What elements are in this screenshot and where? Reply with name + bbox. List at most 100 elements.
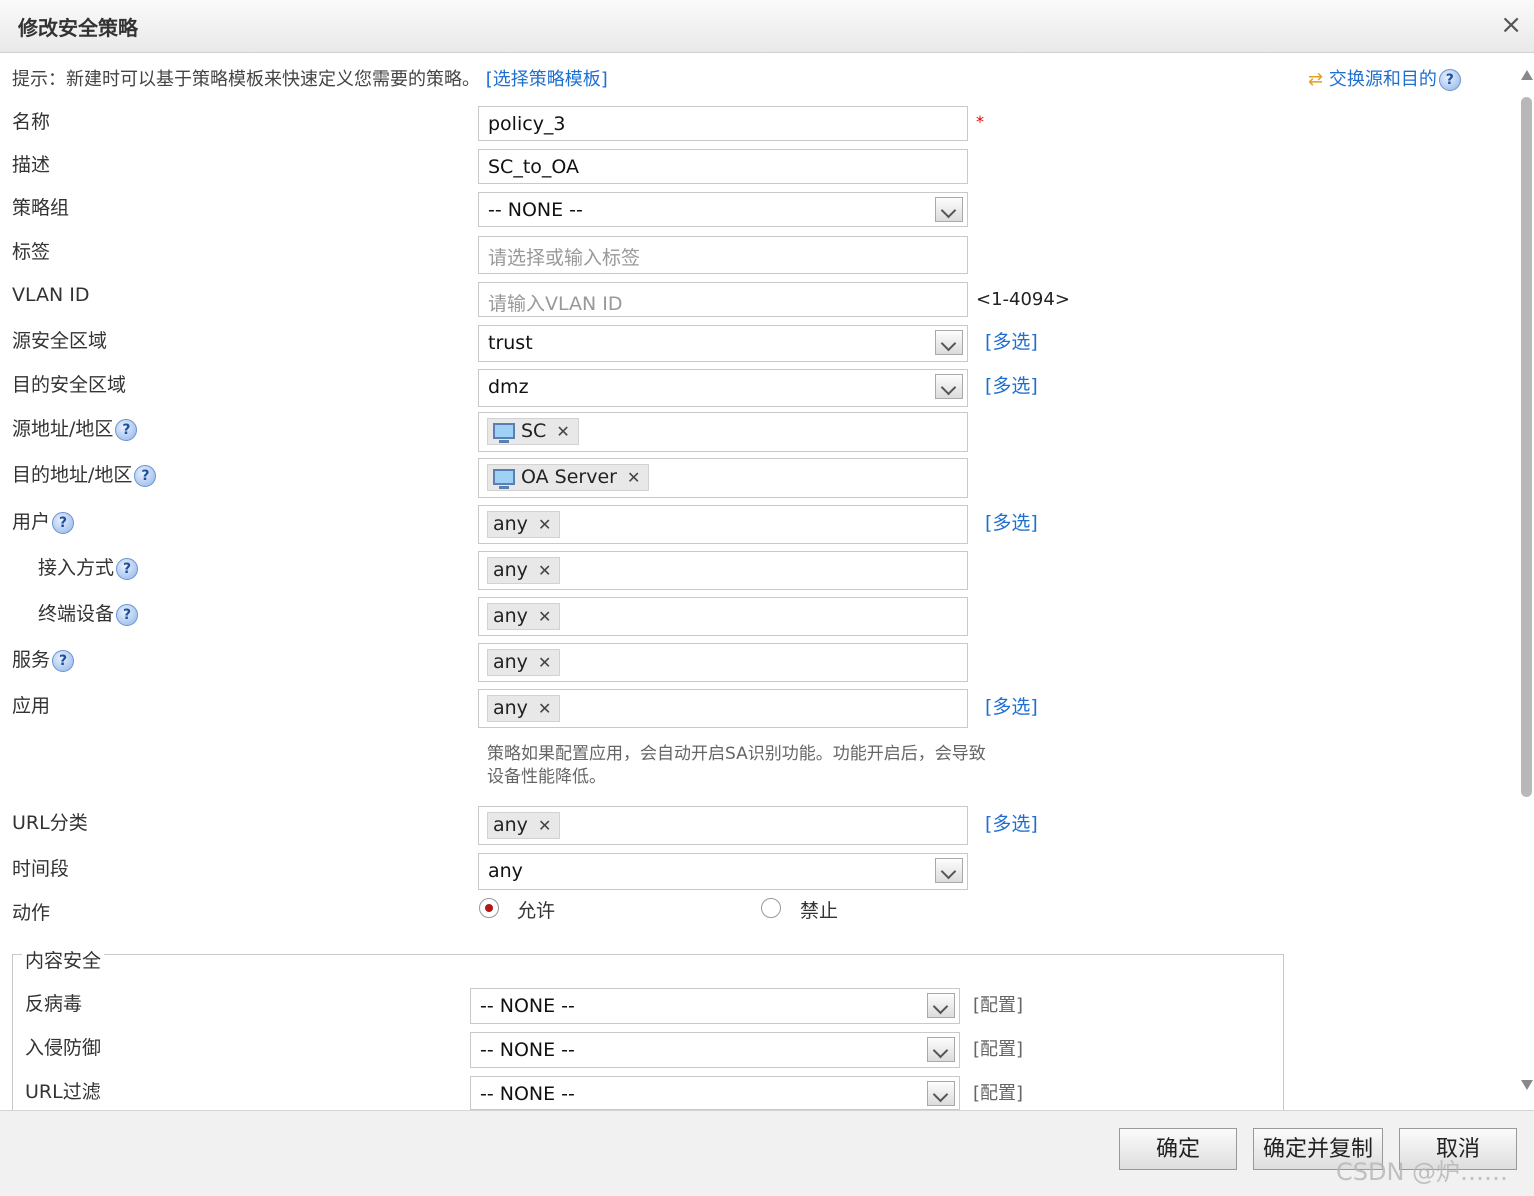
ok-button[interactable]: 确定 [1119, 1128, 1237, 1170]
remove-tag-icon[interactable]: ✕ [538, 653, 551, 672]
chevron-down-icon[interactable] [935, 330, 963, 355]
remove-tag-icon[interactable]: ✕ [538, 515, 551, 534]
name-value: policy_3 [488, 113, 566, 135]
url-cat-input[interactable]: any ✕ [478, 806, 968, 845]
desc-input[interactable]: SC_to_OA [478, 149, 968, 184]
antivirus-value: -- NONE -- [480, 995, 575, 1017]
user-tag: any ✕ [487, 511, 561, 538]
tags-label: 标签 [12, 241, 51, 263]
src-zone-multi-link[interactable]: [多选] [985, 327, 1038, 354]
service-tag-text: any [493, 651, 528, 673]
deny-label: 禁止 [800, 900, 839, 922]
computer-icon [493, 423, 515, 443]
src-addr-tag: SC ✕ [487, 418, 579, 445]
app-input[interactable]: any ✕ [478, 689, 968, 728]
help-icon[interactable]: ? [1438, 69, 1461, 91]
group-label: 策略组 [12, 197, 70, 219]
dst-zone-multi-link[interactable]: [多选] [985, 371, 1038, 398]
dialog-titlebar: 修改安全策略 × [0, 0, 1534, 53]
chevron-down-icon[interactable] [927, 1081, 955, 1106]
service-label: 服务? [12, 645, 75, 672]
remove-tag-icon[interactable]: ✕ [627, 468, 640, 487]
help-icon[interactable]: ? [115, 418, 138, 441]
remove-tag-icon[interactable]: ✕ [556, 422, 569, 441]
vlan-label: VLAN ID [12, 284, 90, 306]
url-cat-multi-link[interactable]: [多选] [985, 809, 1038, 836]
tags-input[interactable]: 请选择或输入标签 [478, 236, 968, 274]
time-select[interactable]: any [478, 853, 968, 890]
chevron-down-icon[interactable] [935, 197, 963, 222]
dialog-title: 修改安全策略 [18, 16, 138, 40]
ips-config-link[interactable]: [配置] [973, 1035, 1023, 1061]
name-label: 名称 [12, 111, 51, 133]
user-tag-text: any [493, 513, 528, 535]
swap-src-dst-link[interactable]: ⇄ 交换源和目的? [1308, 65, 1461, 91]
user-multi-link[interactable]: [多选] [985, 508, 1038, 535]
src-addr-label: 源地址/地区? [12, 414, 138, 441]
help-icon[interactable]: ? [52, 511, 75, 534]
vlan-input[interactable]: 请输入VLAN ID [478, 282, 968, 317]
service-tag: any ✕ [487, 649, 561, 676]
deny-radio[interactable] [761, 898, 781, 918]
src-addr-input[interactable]: SC ✕ [478, 412, 968, 452]
close-icon[interactable]: × [1500, 10, 1522, 40]
src-zone-value: trust [488, 332, 533, 354]
remove-tag-icon[interactable]: ✕ [538, 699, 551, 718]
help-icon[interactable]: ? [116, 603, 139, 626]
access-tag: any ✕ [487, 557, 561, 584]
group-select[interactable]: -- NONE -- [478, 192, 968, 227]
antivirus-config-link[interactable]: [配置] [973, 991, 1023, 1017]
chevron-down-icon[interactable] [935, 374, 963, 399]
device-tag-text: any [493, 605, 528, 627]
service-input[interactable]: any ✕ [478, 643, 968, 682]
device-label-text: 终端设备 [38, 603, 115, 625]
url-cat-tag-text: any [493, 814, 528, 836]
vertical-scrollbar[interactable] [1518, 65, 1534, 1095]
access-label-text: 接入方式 [38, 557, 115, 579]
access-label: 接入方式? [38, 553, 139, 580]
hint-bar: 提示：新建时可以基于策略模板来快速定义您需要的策略。 [选择策略模板] [12, 65, 608, 91]
scroll-thumb[interactable] [1521, 97, 1532, 797]
name-input[interactable]: policy_3 [478, 106, 968, 141]
service-label-text: 服务 [12, 649, 51, 671]
remove-tag-icon[interactable]: ✕ [538, 607, 551, 626]
src-zone-select[interactable]: trust [478, 325, 968, 362]
dst-addr-input[interactable]: OA Server ✕ [478, 458, 968, 498]
allow-radio[interactable] [479, 898, 499, 918]
group-value: -- NONE -- [488, 199, 583, 221]
user-input[interactable]: any ✕ [478, 505, 968, 544]
required-mark: * [976, 112, 984, 131]
tags-placeholder: 请选择或输入标签 [488, 247, 641, 269]
access-input[interactable]: any ✕ [478, 551, 968, 590]
antivirus-label: 反病毒 [25, 993, 83, 1015]
src-addr-label-text: 源地址/地区 [12, 418, 114, 440]
chevron-down-icon[interactable] [927, 1037, 955, 1062]
scroll-down-icon[interactable] [1521, 1080, 1533, 1090]
allow-label: 允许 [517, 900, 556, 922]
help-icon[interactable]: ? [52, 649, 75, 672]
vlan-range: <1-4094> [976, 289, 1070, 310]
hint-text: 提示：新建时可以基于策略模板来快速定义您需要的策略。 [12, 69, 480, 90]
remove-tag-icon[interactable]: ✕ [538, 816, 551, 835]
url-filter-label: URL过滤 [25, 1081, 101, 1103]
url-filter-config-link[interactable]: [配置] [973, 1079, 1023, 1105]
desc-value: SC_to_OA [488, 156, 580, 178]
dst-addr-tag-text: OA Server [521, 466, 617, 488]
antivirus-select[interactable]: -- NONE -- [470, 988, 960, 1024]
chevron-down-icon[interactable] [927, 993, 955, 1018]
url-filter-select[interactable]: -- NONE -- [470, 1076, 960, 1110]
app-multi-link[interactable]: [多选] [985, 692, 1038, 719]
dst-zone-select[interactable]: dmz [478, 369, 968, 407]
chevron-down-icon[interactable] [935, 858, 963, 883]
app-label: 应用 [12, 695, 51, 717]
help-icon[interactable]: ? [134, 464, 157, 487]
dst-addr-label: 目的地址/地区? [12, 460, 157, 487]
ips-select[interactable]: -- NONE -- [470, 1032, 960, 1068]
dst-addr-tag: OA Server ✕ [487, 464, 650, 491]
dst-addr-label-text: 目的地址/地区 [12, 464, 133, 486]
select-template-link[interactable]: [选择策略模板] [486, 69, 608, 90]
help-icon[interactable]: ? [116, 557, 139, 580]
device-input[interactable]: any ✕ [478, 597, 968, 636]
scroll-up-icon[interactable] [1521, 70, 1533, 80]
remove-tag-icon[interactable]: ✕ [538, 561, 551, 580]
